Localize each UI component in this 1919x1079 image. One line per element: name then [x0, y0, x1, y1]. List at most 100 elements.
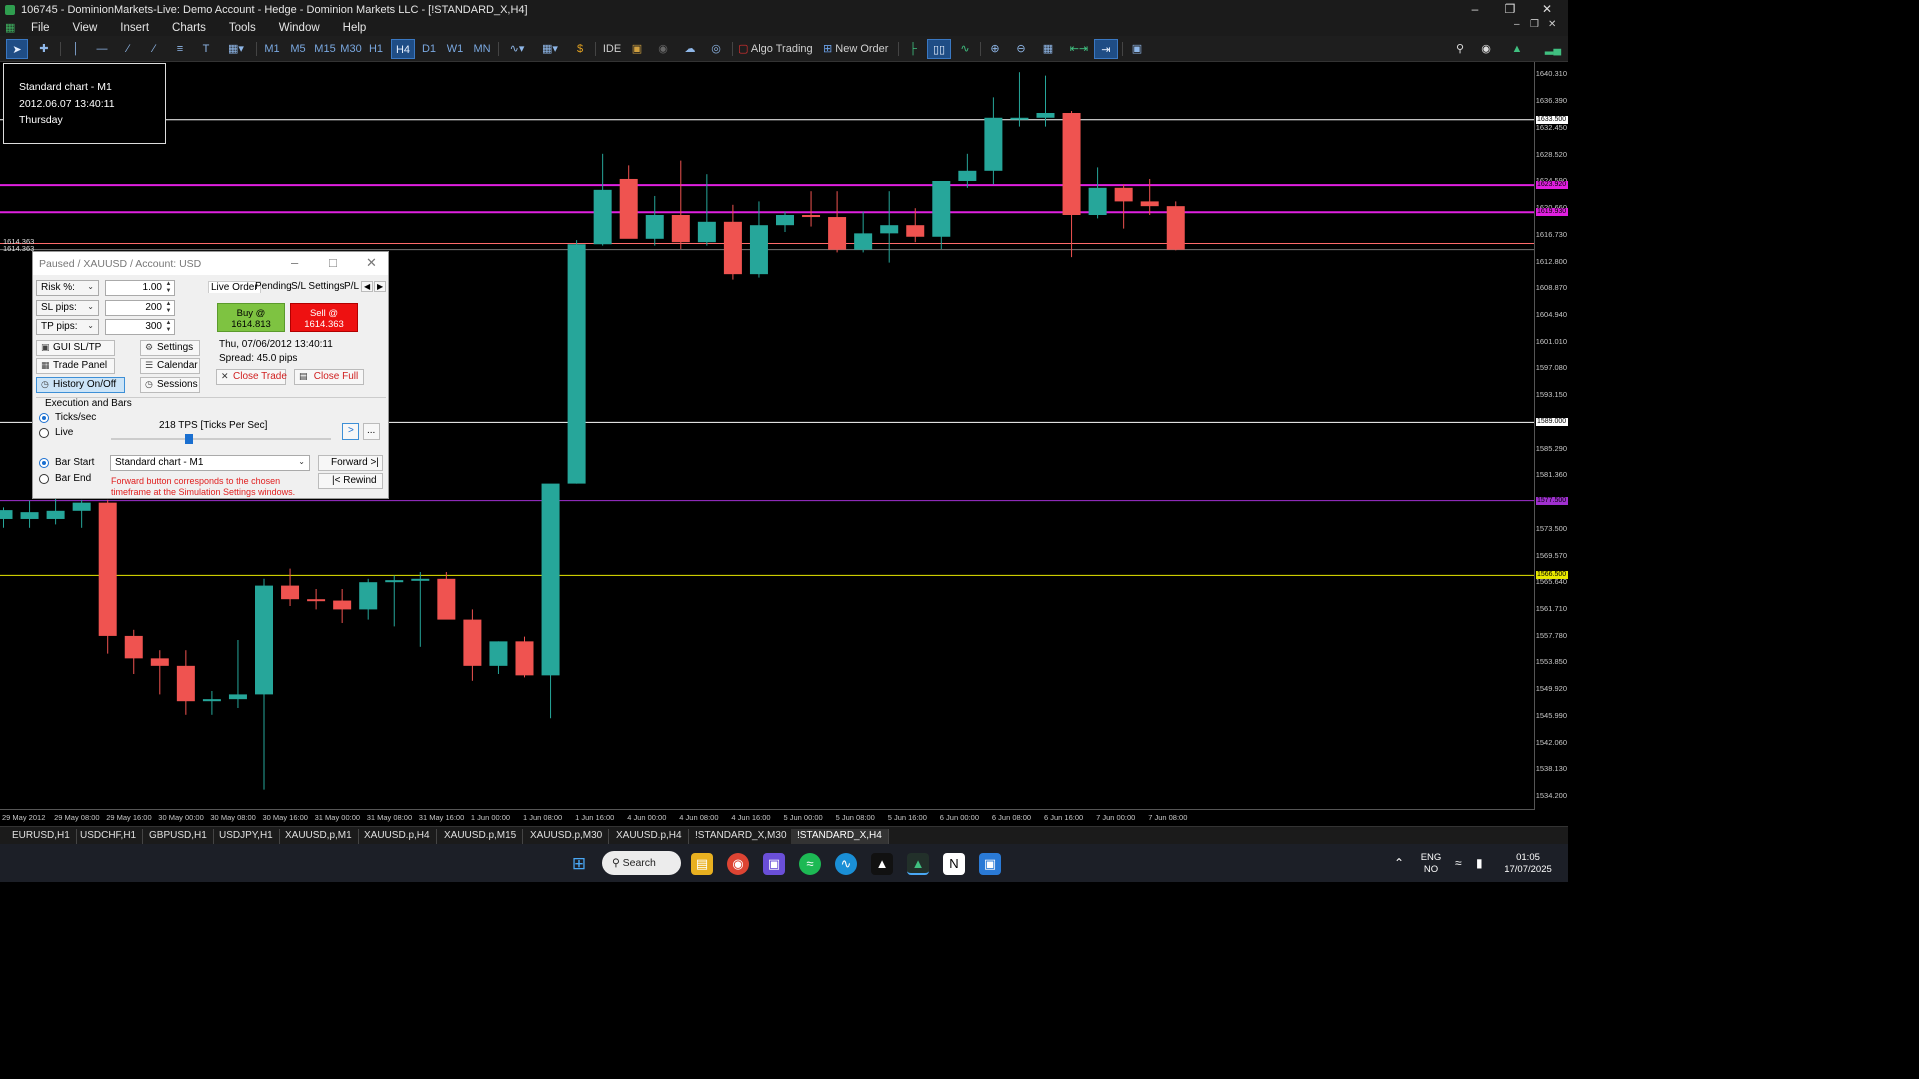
- teams-icon[interactable]: ▣: [763, 853, 785, 875]
- risk-input[interactable]: 1.00 ▲ ▼: [105, 280, 175, 296]
- wifi-icon[interactable]: ≈: [1455, 857, 1462, 869]
- shapes-icon[interactable]: ▦▾: [222, 39, 250, 59]
- remote-desktop-icon[interactable]: ▣: [979, 853, 1001, 875]
- menu-file[interactable]: File: [19, 22, 61, 34]
- tab-pl[interactable]: P/L: [344, 281, 359, 292]
- briefcase-icon[interactable]: ▣: [628, 39, 646, 59]
- sl-input[interactable]: 200 ▲ ▼: [105, 300, 175, 316]
- menu-window[interactable]: Window: [267, 22, 331, 34]
- chart-tab[interactable]: USDCHF,H1: [74, 829, 144, 844]
- vertical-line-icon[interactable]: │: [66, 39, 86, 59]
- tab-scroll-right-icon[interactable]: ▶: [374, 281, 387, 292]
- forward-button[interactable]: Forward >|: [318, 455, 383, 471]
- tab-live-order[interactable]: Live Order: [208, 281, 261, 293]
- tf-mn[interactable]: MN: [471, 39, 493, 59]
- notifications-icon[interactable]: ◉: [1476, 39, 1496, 59]
- signal-strength-icon[interactable]: ▂▄: [1544, 39, 1562, 59]
- menu-tools[interactable]: Tools: [217, 22, 267, 34]
- chart-tab[interactable]: XAUUSD,p,M1: [279, 829, 359, 844]
- battery-icon[interactable]: ▮: [1476, 857, 1483, 869]
- tps-slider-thumb[interactable]: [185, 434, 193, 444]
- autoscroll-icon[interactable]: ⇤⇥: [1068, 39, 1090, 59]
- minimize-icon[interactable]: –: [1458, 0, 1492, 19]
- fibonacci-icon[interactable]: ≡: [170, 39, 190, 59]
- screenshot-icon[interactable]: ▣: [1127, 39, 1147, 59]
- menu-help[interactable]: Help: [331, 22, 378, 34]
- child-close-icon[interactable]: ✕: [1548, 19, 1556, 30]
- trend-line-icon[interactable]: ∕: [118, 39, 138, 59]
- zoom-in-icon[interactable]: ⊕: [986, 39, 1004, 59]
- tf-w1[interactable]: W1: [445, 39, 465, 59]
- sessions-button[interactable]: ◷ Sessions: [140, 377, 200, 393]
- panel-minimize-icon[interactable]: –: [291, 255, 298, 270]
- more-options-button[interactable]: ...: [363, 423, 380, 440]
- tps-slider-track[interactable]: [111, 438, 331, 440]
- rewind-button[interactable]: |< Rewind: [318, 473, 383, 489]
- market-icon[interactable]: $: [571, 39, 589, 59]
- account-icon[interactable]: ▲: [1508, 39, 1526, 59]
- chart-tab[interactable]: XAUUSD.p,H4: [358, 829, 437, 844]
- tf-m1[interactable]: M1: [262, 39, 282, 59]
- panel-close-icon[interactable]: ✕: [366, 255, 377, 271]
- menu-insert[interactable]: Insert: [108, 22, 160, 34]
- sell-button[interactable]: Sell @1614.363: [290, 303, 358, 332]
- windows-start-icon[interactable]: ⊞: [568, 853, 590, 875]
- horizontal-line-icon[interactable]: —: [92, 39, 112, 59]
- chart-doc-icon[interactable]: ▦: [5, 22, 17, 34]
- panel-maximize-icon[interactable]: □: [329, 255, 337, 270]
- tf-m30[interactable]: M30: [339, 39, 363, 59]
- chart-tab[interactable]: XAUUSD.p,M30: [524, 829, 610, 844]
- algo-trading-button[interactable]: ▢ Algo Trading: [738, 39, 816, 59]
- risk-stepper-icon[interactable]: ▲ ▼: [164, 281, 173, 295]
- chart-tab[interactable]: USDJPY,H1: [213, 829, 280, 844]
- tf-h1[interactable]: H1: [366, 39, 386, 59]
- tf-d1[interactable]: D1: [419, 39, 439, 59]
- taskbar-search[interactable]: ⚲ Search: [602, 851, 681, 875]
- close-icon[interactable]: ✕: [1530, 0, 1564, 19]
- new-order-button[interactable]: ⊞ New Order: [823, 39, 893, 59]
- chart-select[interactable]: Standard chart - M1 ⌄: [110, 455, 310, 471]
- chrome-icon[interactable]: ◉: [727, 853, 749, 875]
- chart-tab[interactable]: EURUSD,H1: [6, 829, 77, 844]
- risk-combo[interactable]: Risk %: ⌄: [36, 280, 99, 296]
- calendar-button[interactable]: ☰ Calendar: [140, 358, 200, 374]
- child-minimize-icon[interactable]: –: [1514, 19, 1520, 30]
- metatrader-icon[interactable]: ▲: [907, 853, 929, 875]
- search-icon[interactable]: ⚲: [1450, 39, 1470, 59]
- next-step-button[interactable]: >: [342, 423, 359, 440]
- tp-input[interactable]: 300 ▲ ▼: [105, 319, 175, 335]
- zoom-out-icon[interactable]: ⊖: [1012, 39, 1030, 59]
- text-tool-icon[interactable]: T: [196, 39, 216, 59]
- edge-icon[interactable]: ∿: [835, 853, 857, 875]
- chart-shift-icon[interactable]: ⇥: [1094, 39, 1118, 59]
- chart-tab[interactable]: XAUUSD.p,H4: [610, 829, 689, 844]
- ide-button[interactable]: IDE: [601, 39, 623, 59]
- cursor-tool-icon[interactable]: ➤: [6, 39, 28, 59]
- settings-button[interactable]: ⚙ Settings: [140, 340, 200, 356]
- child-restore-icon[interactable]: ❐: [1530, 19, 1539, 30]
- clock[interactable]: 01:05 17/07/2025: [1497, 852, 1559, 876]
- file-explorer-icon[interactable]: ▤: [691, 853, 713, 875]
- tp-combo[interactable]: TP pips: ⌄: [36, 319, 99, 335]
- restore-icon[interactable]: ❐: [1493, 0, 1527, 19]
- vps-icon[interactable]: ◎: [706, 39, 726, 59]
- close-full-button[interactable]: ▤ Close Full: [294, 369, 364, 385]
- candlestick-chart-icon[interactable]: ▯▯: [927, 39, 951, 59]
- tab-sl-settings[interactable]: S/L Settings: [291, 281, 345, 292]
- bar-chart-icon[interactable]: ├: [903, 39, 923, 59]
- spotify-icon[interactable]: ≈: [799, 853, 821, 875]
- ticks-radio[interactable]: [39, 413, 49, 423]
- menu-view[interactable]: View: [61, 22, 109, 34]
- menu-charts[interactable]: Charts: [160, 22, 217, 34]
- notion-icon[interactable]: N: [943, 853, 965, 875]
- chart-tab[interactable]: !STANDARD_X,H4: [791, 829, 889, 844]
- bar-start-radio[interactable]: [39, 458, 49, 468]
- channel-icon[interactable]: ∕: [144, 39, 164, 59]
- indicators-icon[interactable]: ∿▾: [503, 39, 531, 59]
- templates-icon[interactable]: ▦▾: [536, 39, 564, 59]
- cloud-icon[interactable]: ☁: [680, 39, 700, 59]
- tab-pending[interactable]: Pending: [255, 281, 292, 292]
- tf-h4[interactable]: H4: [391, 39, 415, 59]
- trade-panel-button[interactable]: ▦ Trade Panel: [36, 358, 115, 374]
- tp-stepper-icon[interactable]: ▲ ▼: [164, 320, 173, 334]
